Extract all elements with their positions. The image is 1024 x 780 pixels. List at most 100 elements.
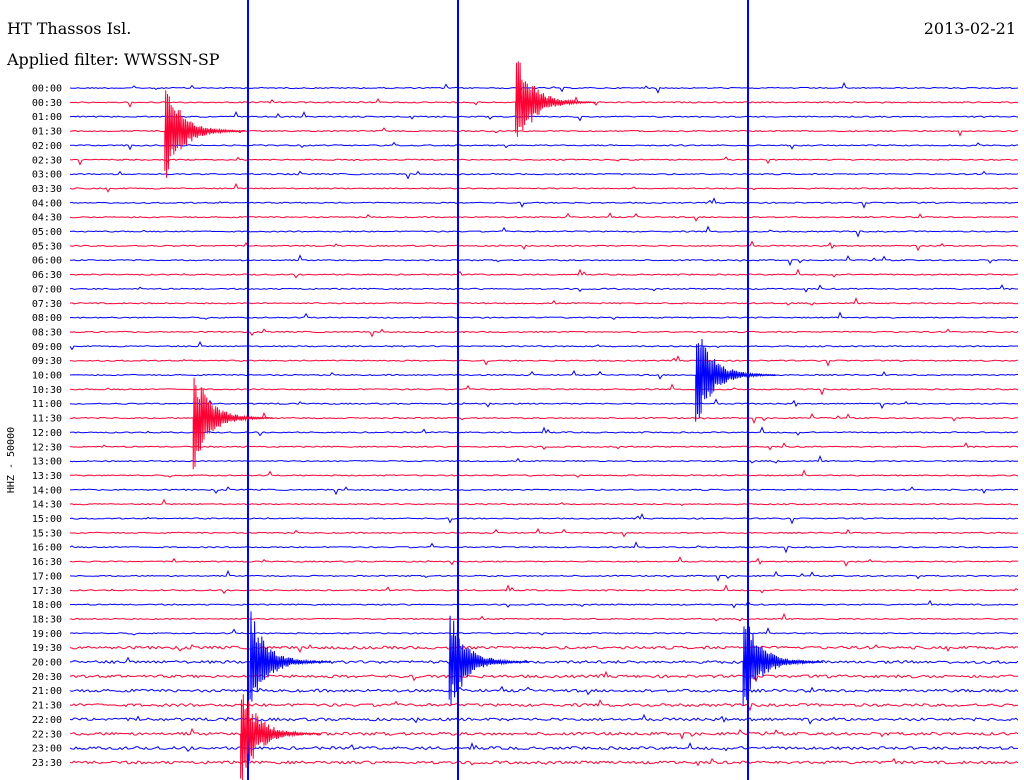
trace-line [69,512,1019,525]
row-label: 02:00 [32,141,62,152]
row-label: 00:00 [32,84,62,95]
trace-line [69,486,1019,496]
trace-line [69,699,1019,712]
row-label: 09:00 [32,342,62,353]
trace-line [69,110,1019,122]
trace-line [69,328,1019,338]
trace-line [69,656,1019,665]
trace-line [69,727,1019,740]
trace-line [69,627,1019,636]
row-label: 18:00 [32,600,62,611]
traces [69,81,1019,767]
row-label: 21:30 [32,701,62,712]
row-label: 22:30 [32,729,62,740]
row-label: 08:00 [32,313,62,324]
row-label: 03:00 [32,170,62,181]
row-label: 05:30 [32,241,62,252]
trace-line [69,355,1019,367]
row-label: 15:30 [32,528,62,539]
event-burst [515,61,596,137]
trace-line [69,141,1019,151]
trace-line [70,254,1019,267]
row-label: 02:30 [32,155,62,166]
trace-line [70,442,1019,451]
trace-line [69,297,1019,306]
trace-line [69,569,1019,582]
trace-line [69,556,1019,567]
row-label: 22:00 [32,715,62,726]
trace-line [69,197,1019,209]
trace-line [69,426,1019,437]
row-label: 17:00 [32,571,62,582]
row-label: 07:30 [32,299,62,310]
event-burst [192,377,274,470]
row-label: 00:30 [32,98,62,109]
trace-line [69,240,1019,252]
trace-line [69,713,1019,725]
row-label: 07:00 [32,284,62,295]
trace-line [69,454,1019,464]
row-label: 10:00 [32,371,62,382]
trace-line [69,527,1019,538]
row-label: 06:30 [32,270,62,281]
row-label: 13:30 [32,471,62,482]
row-label: 04:00 [32,198,62,209]
row-label: 03:30 [32,184,62,195]
trace-line [69,742,1019,752]
trace-line [69,612,1019,622]
trace-line [69,498,1019,506]
trace-line [69,340,1019,351]
y-axis-label: HHZ - 50000 [6,427,17,493]
trace-line [69,284,1018,293]
row-label: 05:00 [32,227,62,238]
row-label: 13:00 [32,457,62,468]
helicorder-plot: HHZ - 50000 00:00 00:30 01:00 01:30 02:00 02:… [6,0,1019,780]
event-burst [164,90,246,178]
trace-line [69,757,1019,767]
row-label: 01:30 [32,127,62,138]
row-label: 21:00 [32,686,62,697]
event-burst [695,338,777,422]
trace-line [69,212,1019,222]
trace-line [69,225,1019,238]
row-label: 23:30 [32,758,62,769]
row-label: 12:30 [32,442,62,453]
row-label: 10:30 [32,385,62,396]
row-label: 01:00 [32,112,62,123]
trace-line [69,170,1019,180]
row-label: 17:30 [32,586,62,597]
trace-line [69,541,1019,554]
row-label: 14:30 [32,500,62,511]
trace-line [69,156,1019,166]
event-burst [240,694,321,780]
row-label: 08:30 [32,327,62,338]
trace-line [69,81,1019,94]
row-label: 06:00 [32,256,62,267]
trace-line [69,670,1018,683]
row-label: 12:00 [32,428,62,439]
trace-line [69,644,1019,654]
row-label: 16:30 [32,557,62,568]
trace-line [69,383,1019,396]
row-label: 19:00 [32,629,62,640]
row-label: 16:00 [32,543,62,554]
row-label: 14:00 [32,485,62,496]
trace-line [69,182,1019,193]
trace-line [69,469,1019,478]
row-label: 15:00 [32,514,62,525]
event-burst [249,611,331,702]
trace-line [69,685,1019,696]
trace-line [69,311,1019,320]
row-label: 23:00 [32,744,62,755]
trace-line [69,584,1019,595]
row-label: 19:30 [32,643,62,654]
trace-line [69,370,1018,380]
trace-line [70,268,1019,279]
row-label: 09:30 [32,356,62,367]
trace-line [69,599,1019,609]
row-label: 11:00 [32,399,62,410]
row-label: 11:30 [32,414,62,425]
row-label: 20:00 [32,658,62,669]
row-label: 18:30 [32,614,62,625]
row-label: 04:30 [32,213,62,224]
